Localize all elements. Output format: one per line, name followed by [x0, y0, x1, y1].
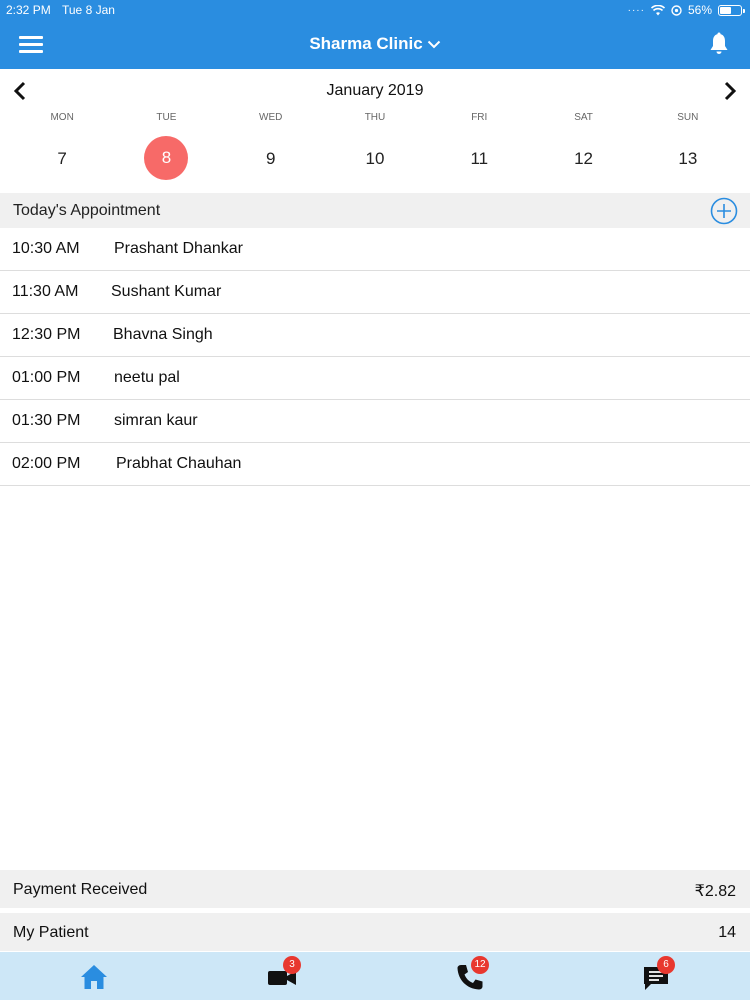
status-date: Tue 8 Jan: [62, 3, 115, 17]
app-header: 2:32 PM Tue 8 Jan ···· 56% Sharma Clinic: [0, 0, 750, 69]
selected-day-button[interactable]: 8: [144, 136, 189, 180]
day-button[interactable]: 12: [562, 136, 606, 182]
signal-dots-icon: ····: [627, 4, 645, 16]
appointments-header: Today's Appointment: [0, 193, 750, 228]
phone-tab[interactable]: 12: [455, 956, 489, 992]
wifi-icon: [650, 4, 665, 15]
patient-name: simran kaur: [114, 412, 198, 429]
appointment-row[interactable]: 01:00 PM neetu pal: [0, 357, 750, 400]
appointment-time: 12:30 PM: [12, 326, 81, 343]
day-cell: 9: [219, 136, 323, 182]
appointment-list: 10:30 AM Prashant Dhankar 11:30 AM Susha…: [0, 228, 750, 486]
battery-icon: [718, 4, 745, 16]
appointment-time: 01:00 PM: [12, 369, 81, 386]
status-bar: 2:32 PM Tue 8 Jan ···· 56%: [0, 0, 750, 20]
day-button[interactable]: 9: [249, 136, 293, 182]
payment-received-row[interactable]: Payment Received ₹2.82: [0, 870, 750, 908]
day-row: 7 8 9 10 11 12 13: [10, 136, 740, 182]
appointment-row[interactable]: 02:00 PM Prabhat Chauhan: [0, 443, 750, 486]
status-time: 2:32 PM: [6, 3, 51, 17]
patient-name: Prabhat Chauhan: [116, 455, 242, 472]
month-title: January 2019: [326, 82, 424, 99]
patient-name: Prashant Dhankar: [114, 240, 243, 257]
day-cell: 8: [114, 136, 218, 182]
weekday-label: WED: [259, 112, 283, 123]
status-right: ···· 56%: [627, 3, 745, 17]
day-cell: 13: [636, 136, 740, 182]
appointment-time: 11:30 AM: [12, 283, 79, 300]
appointment-row[interactable]: 11:30 AM Sushant Kumar: [0, 271, 750, 314]
weekday-label: FRI: [471, 112, 488, 123]
day-button[interactable]: 11: [457, 136, 501, 182]
appointment-time: 01:30 PM: [12, 412, 81, 429]
chat-badge: 6: [657, 956, 675, 974]
appointment-row[interactable]: 10:30 AM Prashant Dhankar: [0, 228, 750, 271]
bottom-tab-bar: 3 12 6: [0, 952, 750, 1000]
home-icon[interactable]: [79, 962, 109, 992]
clinic-selector[interactable]: Sharma Clinic: [0, 34, 750, 54]
patient-name: neetu pal: [114, 369, 180, 386]
section-title: Today's Appointment: [13, 202, 161, 219]
day-button[interactable]: 10: [353, 136, 397, 182]
video-call-tab[interactable]: 3: [267, 956, 301, 992]
appointment-row[interactable]: 01:30 PM simran kaur: [0, 400, 750, 443]
weekday-label: MON: [50, 112, 74, 123]
clinic-name: Sharma Clinic: [309, 34, 423, 53]
day-cell: 7: [10, 136, 114, 182]
day-cell: 12: [531, 136, 635, 182]
weekday-label: SUN: [677, 112, 699, 123]
battery-percent: 56%: [687, 3, 712, 17]
patients-value: 14: [718, 924, 736, 941]
payment-value: ₹2.82: [694, 883, 736, 900]
appointment-time: 02:00 PM: [12, 455, 81, 472]
patient-name: Sushant Kumar: [111, 283, 222, 300]
location-icon: [671, 4, 682, 16]
appointment-row[interactable]: 12:30 PM Bhavna Singh: [0, 314, 750, 357]
video-badge: 3: [283, 956, 301, 974]
patients-label: My Patient: [13, 924, 89, 941]
day-cell: 10: [323, 136, 427, 182]
add-appointment-icon[interactable]: [710, 197, 738, 225]
day-button[interactable]: 13: [666, 136, 710, 182]
weekday-label: THU: [364, 112, 386, 123]
chat-tab[interactable]: 6: [641, 956, 675, 992]
day-cell: 11: [427, 136, 531, 182]
month-navigation: January 2019: [0, 76, 750, 106]
my-patient-row[interactable]: My Patient 14: [0, 913, 750, 951]
appointment-time: 10:30 AM: [12, 240, 80, 257]
bell-icon[interactable]: [708, 32, 730, 56]
chevron-right-icon[interactable]: [718, 80, 740, 102]
weekday-row: MON TUE WED THU FRI SAT SUN: [10, 112, 740, 123]
patient-name: Bhavna Singh: [113, 326, 213, 343]
weekday-label: TUE: [156, 112, 177, 123]
day-button[interactable]: 7: [40, 136, 84, 182]
weekday-label: SAT: [574, 112, 593, 123]
chevron-down-icon: [427, 40, 440, 49]
payment-label: Payment Received: [13, 881, 148, 898]
phone-badge: 12: [471, 956, 489, 974]
